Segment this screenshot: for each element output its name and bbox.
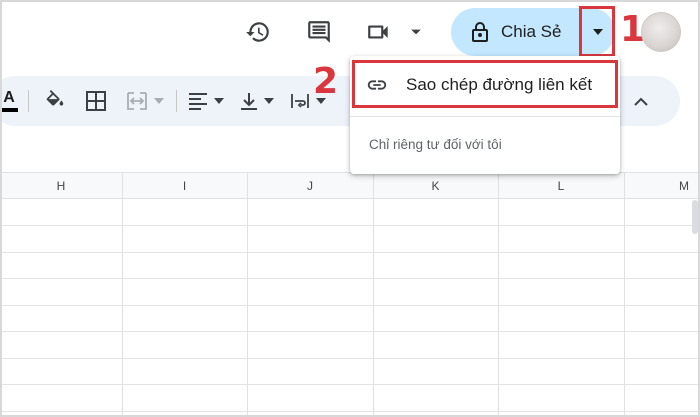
chevron-down-icon bbox=[154, 98, 164, 104]
merge-cells-icon bbox=[127, 92, 147, 110]
column-header-m[interactable]: M bbox=[674, 173, 694, 199]
grid-row-line bbox=[0, 384, 700, 385]
column-header-j[interactable]: J bbox=[247, 173, 373, 199]
column-header-k[interactable]: K bbox=[373, 173, 498, 199]
column-header-h[interactable]: H bbox=[0, 173, 122, 199]
text-wrap-icon bbox=[291, 94, 309, 108]
collapse-toolbar-button[interactable] bbox=[634, 89, 648, 113]
borders-icon bbox=[86, 91, 106, 111]
chevron-up-icon bbox=[634, 97, 648, 106]
merge-cells-button[interactable] bbox=[126, 89, 164, 113]
grid-column-line bbox=[247, 172, 248, 417]
toolbar-divider bbox=[28, 90, 29, 112]
grid-row-line bbox=[0, 358, 700, 359]
toolbar-divider bbox=[176, 90, 177, 112]
video-camera-icon bbox=[368, 25, 388, 39]
column-header-l[interactable]: L bbox=[498, 173, 624, 199]
grid-row-line bbox=[0, 331, 700, 332]
grid-row-line bbox=[0, 411, 700, 412]
share-button[interactable]: Chia Sẻ bbox=[451, 8, 579, 56]
chevron-down-icon bbox=[411, 29, 421, 35]
vertical-align-button[interactable] bbox=[240, 89, 274, 113]
menu-divider bbox=[350, 116, 620, 117]
annotation-number-2: 2 bbox=[313, 61, 339, 102]
avatar[interactable] bbox=[641, 12, 681, 52]
meet-video-button[interactable] bbox=[364, 14, 422, 50]
grid-column-line bbox=[122, 172, 123, 417]
access-note: Chỉ riêng tư đối với tôi bbox=[369, 137, 502, 152]
grid-column-line bbox=[624, 172, 625, 417]
grid-column-line bbox=[498, 172, 499, 417]
annotation-highlight-2 bbox=[352, 60, 618, 108]
paint-bucket-icon bbox=[46, 90, 64, 106]
grid-column-line bbox=[373, 172, 374, 417]
version-history-icon[interactable] bbox=[240, 14, 276, 50]
annotation-highlight-1 bbox=[579, 6, 615, 57]
grid-row-line bbox=[0, 252, 700, 253]
horizontal-align-button[interactable] bbox=[188, 89, 224, 113]
grid-row-line bbox=[0, 305, 700, 306]
column-header-row: H I J K L M bbox=[0, 172, 700, 199]
align-left-icon bbox=[189, 93, 207, 110]
grid-row-line bbox=[0, 225, 700, 226]
align-bottom-icon bbox=[241, 93, 257, 110]
borders-button[interactable] bbox=[86, 89, 106, 113]
grid-row-line bbox=[0, 278, 700, 279]
vertical-scrollbar[interactable] bbox=[692, 200, 698, 234]
text-color-letter: A bbox=[3, 89, 15, 106]
chevron-down-icon bbox=[264, 98, 274, 104]
text-color-button[interactable]: A bbox=[0, 89, 18, 113]
lock-icon bbox=[472, 22, 488, 42]
chevron-down-icon bbox=[214, 98, 224, 104]
text-color-swatch bbox=[0, 108, 18, 112]
comment-icon[interactable] bbox=[301, 14, 337, 50]
fill-color-button[interactable] bbox=[44, 89, 66, 113]
column-header-i[interactable]: I bbox=[122, 173, 247, 199]
share-button-label: Chia Sẻ bbox=[501, 22, 562, 41]
